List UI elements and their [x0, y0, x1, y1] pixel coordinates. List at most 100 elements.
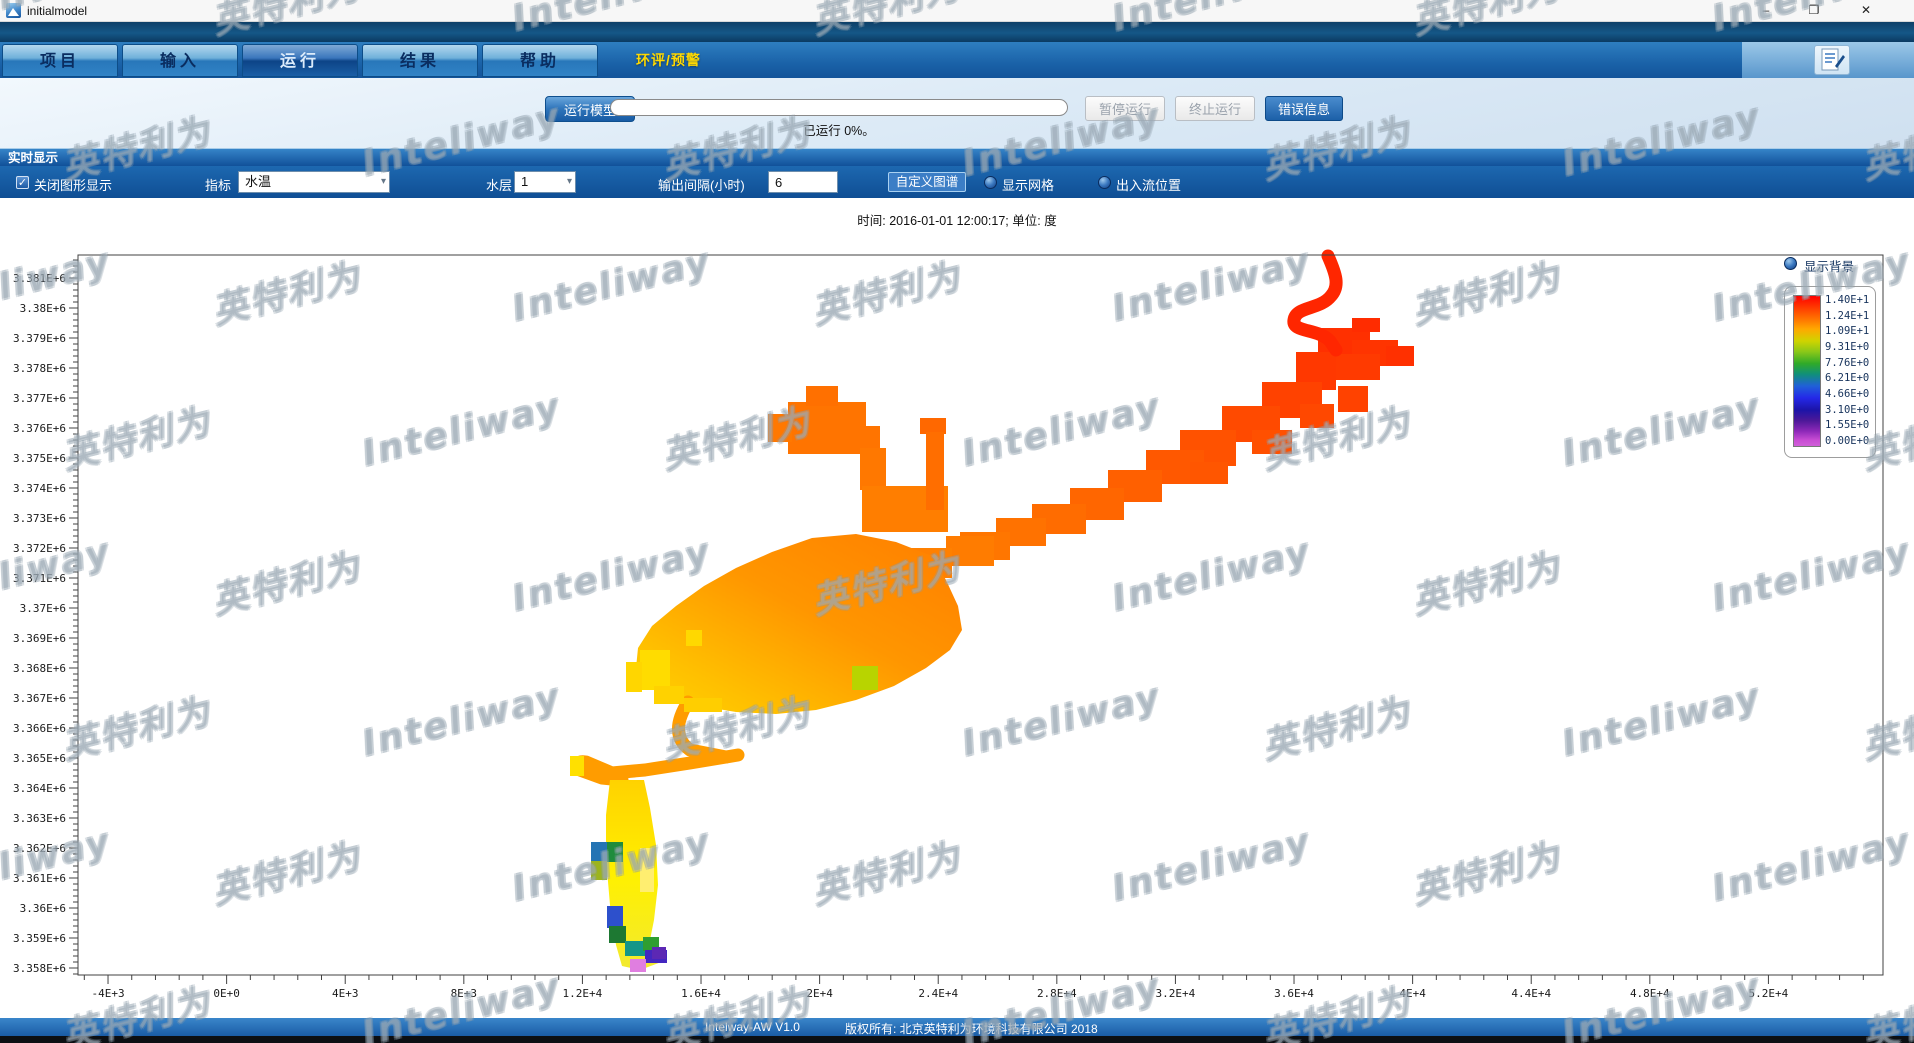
run-toolbar: 运行模型 已运行 0%。 暂停运行 终止运行 错误信息: [0, 78, 1914, 148]
inout-flow-checkbox[interactable]: [1098, 176, 1111, 189]
svg-text:3.364E+6: 3.364E+6: [13, 782, 66, 795]
tab-项目[interactable]: 项目: [2, 44, 118, 77]
svg-text:3.381E+6: 3.381E+6: [13, 272, 66, 285]
svg-text:4E+3: 4E+3: [332, 987, 359, 1000]
svg-text:2.8E+4: 2.8E+4: [1037, 987, 1077, 1000]
svg-text:3.371E+6: 3.371E+6: [13, 572, 66, 585]
minimize-button[interactable]: –: [1748, 0, 1784, 21]
indicator-select[interactable]: 水温 ▾: [238, 171, 390, 193]
svg-text:0E+0: 0E+0: [213, 987, 240, 1000]
tab-运行[interactable]: 运行: [242, 44, 358, 77]
indicator-value: 水温: [245, 174, 271, 189]
indicator-label: 指标: [205, 175, 231, 194]
realtime-display-header: 实时显示: [0, 148, 1914, 166]
legend-value: 1.09E+1: [1825, 326, 1869, 337]
svg-text:3.366E+6: 3.366E+6: [13, 722, 66, 735]
svg-text:3.369E+6: 3.369E+6: [13, 632, 66, 645]
legend-colorbar: [1793, 295, 1821, 447]
svg-text:3.374E+6: 3.374E+6: [13, 482, 66, 495]
error-info-button[interactable]: 错误信息: [1265, 96, 1343, 121]
interval-input[interactable]: [768, 171, 838, 193]
svg-text:3.6E+4: 3.6E+4: [1274, 987, 1314, 1000]
tab-帮助[interactable]: 帮助: [482, 44, 598, 77]
show-grid-label: 显示网格: [1002, 175, 1054, 194]
svg-text:3.2E+4: 3.2E+4: [1156, 987, 1196, 1000]
heatmap-plot: 3.381E+63.38E+63.379E+63.378E+63.377E+63…: [0, 198, 1914, 1018]
show-background-checkbox[interactable]: [1784, 257, 1797, 270]
legend-value: 1.24E+1: [1825, 311, 1869, 322]
legend-value: 1.55E+0: [1825, 420, 1869, 431]
svg-text:3.363E+6: 3.363E+6: [13, 812, 66, 825]
title-bar: initialmodel – ❐ ✕: [0, 0, 1914, 22]
svg-text:3.362E+6: 3.362E+6: [13, 842, 66, 855]
svg-text:3.376E+6: 3.376E+6: [13, 422, 66, 435]
nav-strip: [0, 22, 1914, 42]
stop-run-button[interactable]: 终止运行: [1175, 96, 1255, 121]
svg-text:3.37E+6: 3.37E+6: [20, 602, 66, 615]
svg-text:3.368E+6: 3.368E+6: [13, 662, 66, 675]
svg-text:8E+3: 8E+3: [451, 987, 478, 1000]
app-icon: [6, 3, 21, 18]
svg-text:4.8E+4: 4.8E+4: [1630, 987, 1670, 1000]
status-bar: Intelway-AW V1.0 版权所有: 北京英特利为环境科技有限公司 20…: [0, 1018, 1914, 1036]
svg-text:5.2E+4: 5.2E+4: [1749, 987, 1789, 1000]
status-copyright: 版权所有: 北京英特利为环境科技有限公司 2018: [845, 1020, 1098, 1037]
svg-text:1.2E+4: 1.2E+4: [563, 987, 603, 1000]
svg-text:2E+4: 2E+4: [806, 987, 833, 1000]
svg-text:4E+4: 4E+4: [1399, 987, 1426, 1000]
svg-text:1.6E+4: 1.6E+4: [681, 987, 721, 1000]
inout-flow-label: 出入流位置: [1116, 175, 1181, 194]
show-background-label: 显示背景: [1804, 260, 1854, 274]
svg-text:3.379E+6: 3.379E+6: [13, 332, 66, 345]
chevron-down-icon: ▾: [567, 172, 572, 192]
bottom-strip: [0, 1036, 1914, 1043]
status-version: Intelway-AW V1.0: [705, 1020, 800, 1034]
svg-text:3.367E+6: 3.367E+6: [13, 692, 66, 705]
chart-region: 时间: 2016-01-01 12:00:17; 单位: 度 3.381E+63…: [0, 198, 1914, 1018]
close-graph-label: 关闭图形显示: [34, 175, 112, 194]
tabbar-right-panel: [1742, 42, 1914, 78]
tab-输入[interactable]: 输入: [122, 44, 238, 77]
legend-value: 1.40E+1: [1825, 295, 1869, 306]
close-button[interactable]: ✕: [1848, 0, 1884, 21]
svg-text:2.4E+4: 2.4E+4: [918, 987, 958, 1000]
realtime-controls: ✓ 关闭图形显示 指标 水温 ▾ 水层 1 ▾ 输出间隔(小时) 自定义图谱 显…: [0, 166, 1914, 198]
custom-colormap-button[interactable]: 自定义图谱: [888, 172, 966, 192]
legend-box: 1.40E+1 1.24E+1 1.09E+1 9.31E+0 7.76E+0 6.21E…: [1784, 286, 1876, 458]
legend-value: 6.21E+0: [1825, 373, 1869, 384]
legend-value: 0.00E+0: [1825, 436, 1869, 447]
env-warning-label: 环评/预警: [636, 42, 701, 78]
progress-bar: [610, 99, 1068, 116]
pause-run-button[interactable]: 暂停运行: [1085, 96, 1165, 121]
document-note-icon[interactable]: [1814, 45, 1850, 75]
close-graph-checkbox[interactable]: ✓: [16, 176, 29, 189]
svg-text:3.365E+6: 3.365E+6: [13, 752, 66, 765]
svg-text:3.38E+6: 3.38E+6: [20, 302, 66, 315]
svg-text:3.358E+6: 3.358E+6: [13, 962, 66, 975]
svg-text:4.4E+4: 4.4E+4: [1511, 987, 1551, 1000]
legend-value: 4.66E+0: [1825, 389, 1869, 400]
legend: 显示背景 1.40E+1 1.24E+1 1.09E+1 9.31E+0 7.76E+0…: [1784, 256, 1880, 458]
show-grid-checkbox[interactable]: [984, 176, 997, 189]
window-title: initialmodel: [27, 4, 87, 18]
legend-value: 7.76E+0: [1825, 358, 1869, 369]
legend-values: 1.40E+1 1.24E+1 1.09E+1 9.31E+0 7.76E+0 6.21E…: [1825, 295, 1869, 447]
svg-text:3.361E+6: 3.361E+6: [13, 872, 66, 885]
svg-text:3.373E+6: 3.373E+6: [13, 512, 66, 525]
progress-text: 已运行 0%。: [610, 120, 1068, 139]
tab-结果[interactable]: 结果: [362, 44, 478, 77]
interval-label: 输出间隔(小时): [658, 175, 745, 194]
svg-text:3.359E+6: 3.359E+6: [13, 932, 66, 945]
document-icon: [1815, 46, 1849, 74]
legend-value: 9.31E+0: [1825, 342, 1869, 353]
layer-label: 水层: [486, 175, 512, 194]
legend-value: 3.10E+0: [1825, 405, 1869, 416]
layer-select[interactable]: 1 ▾: [514, 171, 576, 193]
chevron-down-icon: ▾: [381, 172, 386, 192]
svg-text:3.36E+6: 3.36E+6: [20, 902, 66, 915]
maximize-button[interactable]: ❐: [1796, 0, 1832, 21]
svg-text:3.377E+6: 3.377E+6: [13, 392, 66, 405]
svg-text:3.375E+6: 3.375E+6: [13, 452, 66, 465]
svg-text:3.372E+6: 3.372E+6: [13, 542, 66, 555]
layer-value: 1: [521, 174, 528, 189]
